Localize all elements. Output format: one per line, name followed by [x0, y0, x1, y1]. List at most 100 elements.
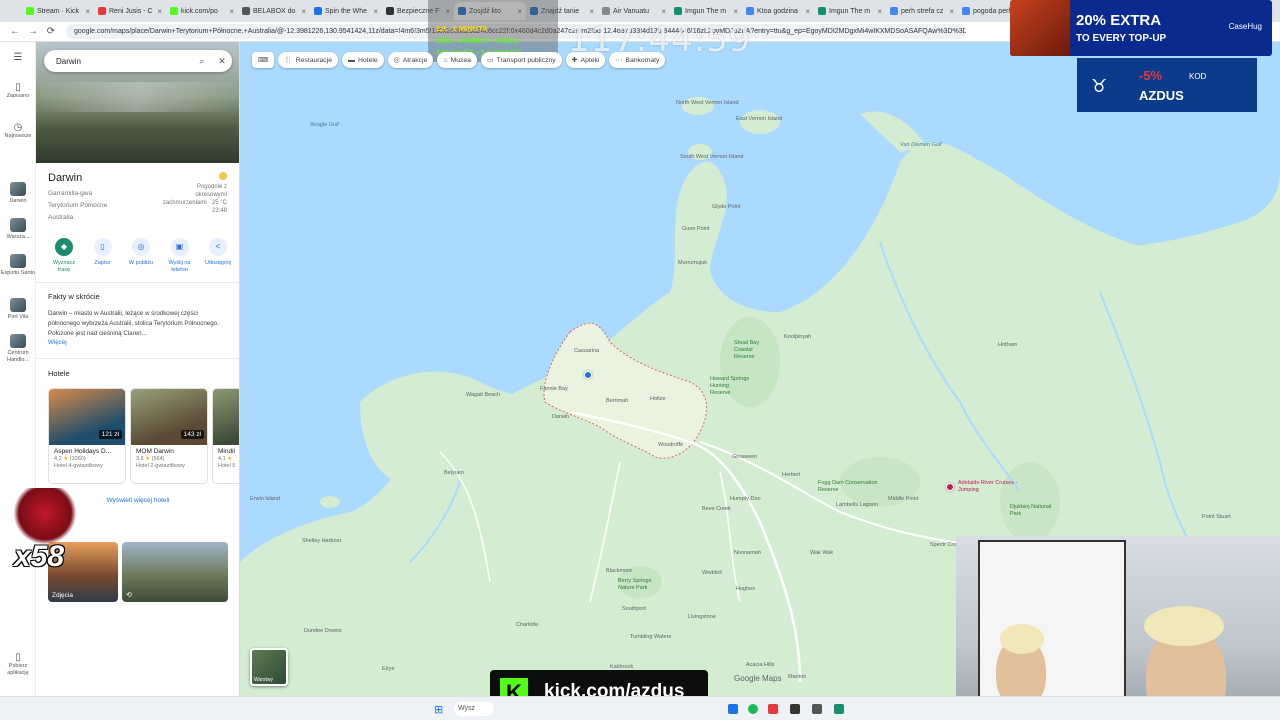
- atm-icon: ⋯: [615, 57, 623, 64]
- close-tab-icon[interactable]: ×: [157, 7, 162, 16]
- back-icon[interactable]: ←: [6, 26, 24, 37]
- discount-ad: ♉ -5% KOD AZDUS: [1077, 58, 1257, 112]
- layers-label: Warstwy: [254, 677, 273, 683]
- map-label: Howard Springs Hunting Reserve: [710, 376, 750, 396]
- browser-tab[interactable]: kick.com/po ×: [166, 2, 238, 20]
- close-tab-icon[interactable]: ×: [877, 7, 882, 16]
- forward-icon[interactable]: →: [24, 26, 42, 37]
- rail-get-app[interactable]: ▯ Pobierz aplikację: [0, 653, 36, 677]
- hotel-name: Aspen Holidays D...: [54, 448, 112, 455]
- place-pin-icon[interactable]: [584, 371, 592, 379]
- send-to-phone-button[interactable]: ▣ Wyślij na telefon: [162, 238, 198, 274]
- chip-transit[interactable]: ▭ Transport publiczny: [480, 52, 562, 68]
- tab-favicon-icon: [26, 7, 34, 15]
- rail-centrum[interactable]: Centrum Handlo...: [0, 334, 36, 364]
- reload-icon[interactable]: ⟳: [42, 26, 60, 37]
- tab-favicon-icon: [98, 7, 106, 15]
- divider: [36, 282, 239, 283]
- map-label: Girraween: [732, 454, 758, 460]
- nearby-button[interactable]: ◎ W pobliżu: [123, 238, 159, 274]
- rail-saved[interactable]: ▯ Zapisano: [0, 83, 36, 100]
- rail-espiritu[interactable]: Espiritu Santo: [0, 254, 36, 277]
- pharmacy-icon: ✚: [571, 57, 578, 64]
- directions-button[interactable]: ◆ Wyznacz trasę: [46, 238, 82, 274]
- chip-museums[interactable]: ⌂ Muzea: [437, 52, 477, 68]
- tab-label: Stream · Kick: [37, 7, 80, 15]
- app-icon[interactable]: [834, 704, 844, 714]
- chip-restaurants[interactable]: 🍴 Restauracje: [278, 52, 338, 68]
- tab-label: Spin the Whe: [325, 7, 368, 15]
- hotel-card[interactable]: 143 zł MOM Darwin 3,6 ★ (564) Hotel 2-gw…: [130, 388, 208, 484]
- spotify-icon[interactable]: [748, 704, 758, 714]
- attraction-pin-icon[interactable]: [946, 483, 954, 491]
- chip-pharmacy[interactable]: ✚ Apteki: [565, 52, 606, 68]
- street-view-icon: ⟲: [126, 592, 132, 599]
- taskbar-search[interactable]: Wysz: [454, 702, 494, 716]
- map-label: Glyde Point: [712, 204, 741, 210]
- layers-button[interactable]: Warstwy: [250, 648, 288, 686]
- close-tab-icon[interactable]: ×: [301, 7, 306, 16]
- browser-tab[interactable]: Reni Jusis - C ×: [94, 2, 166, 20]
- send-to-phone-icon: ▣: [170, 238, 189, 256]
- map-label: Beagle Gulf: [310, 122, 339, 128]
- tab-label: Imgun The m: [829, 7, 871, 15]
- share-button[interactable]: < Udostępnij: [200, 238, 236, 274]
- terminal-icon[interactable]: [790, 704, 800, 714]
- tab-favicon-icon: [602, 7, 610, 15]
- close-tab-icon[interactable]: ×: [589, 7, 594, 16]
- tab-favicon-icon: [818, 7, 826, 15]
- museum-icon: ⌂: [443, 56, 448, 64]
- hair: [1144, 606, 1224, 646]
- photo-tile[interactable]: ⟲: [122, 542, 228, 602]
- close-tab-icon[interactable]: ×: [373, 7, 378, 16]
- chip-attractions[interactable]: ◎ Atrakcje: [387, 52, 434, 68]
- close-tab-icon[interactable]: ×: [733, 7, 738, 16]
- multiplier-badge: x58: [14, 540, 65, 573]
- search-box[interactable]: Darwin ⌕ ✕: [44, 50, 232, 72]
- close-tab-icon[interactable]: ×: [229, 7, 234, 16]
- browser-tab[interactable]: perh strefa cz ×: [886, 2, 958, 20]
- rail-darwin[interactable]: Darwin: [0, 182, 36, 205]
- rail-warszawa[interactable]: Warsza...: [0, 218, 36, 241]
- close-tab-icon[interactable]: ×: [661, 7, 666, 16]
- rail-menu[interactable]: ☰: [0, 53, 36, 63]
- browser-tab[interactable]: BELABOX do ×: [238, 2, 310, 20]
- app-icon[interactable]: [728, 704, 738, 714]
- star-icon: ★: [227, 456, 233, 462]
- place-title: Darwin: [48, 172, 83, 184]
- close-tab-icon[interactable]: ×: [949, 7, 954, 16]
- rail-recent[interactable]: ◷ Najnowsze: [0, 123, 36, 140]
- browser-tab[interactable]: Stream · Kick ×: [22, 2, 94, 20]
- map-label: Berry Springs Nature Park: [618, 578, 652, 591]
- browser-tab[interactable]: Spin the Whe ×: [310, 2, 382, 20]
- search-input[interactable]: Darwin: [56, 57, 192, 66]
- browser-tab[interactable]: Imgun The m ×: [814, 2, 886, 20]
- browser-tab[interactable]: Air Vanuatu ×: [598, 2, 670, 20]
- close-tab-icon[interactable]: ×: [805, 7, 810, 16]
- tab-label: pogoda perh: [973, 7, 1013, 15]
- save-button[interactable]: ▯ Zapisz: [85, 238, 121, 274]
- hotel-card[interactable]: 121 zł Aspen Holidays D... 4,2 ★ (1060) …: [48, 388, 126, 484]
- weather-line: zachmurzeniami · 25 °C: [162, 200, 227, 206]
- hotel-card[interactable]: Mindil 4,1 ★ Hotel 5: [212, 388, 239, 484]
- map-label: Fogg Dam Conservation Reserve: [818, 480, 878, 493]
- more-link[interactable]: Więcej: [48, 339, 67, 346]
- keyboard-button[interactable]: ⌨: [252, 52, 274, 68]
- chip-atm[interactable]: ⋯ Bankomaty: [609, 52, 666, 68]
- windows-start-icon[interactable]: ⊞: [434, 703, 443, 716]
- map-label: Shelley Harbour: [302, 538, 342, 544]
- close-icon[interactable]: ✕: [212, 56, 232, 67]
- map-label: Manton: [788, 674, 807, 680]
- rail-portvila[interactable]: Port Vila: [0, 298, 36, 321]
- browser-tab[interactable]: Imgun The m ×: [670, 2, 742, 20]
- map-label: Hughes: [736, 586, 755, 592]
- hotel-rating: 4,1 ★: [218, 456, 233, 462]
- chip-hotels[interactable]: ▬ Hotele: [342, 52, 384, 68]
- app-icon[interactable]: [768, 704, 778, 714]
- search-icon[interactable]: ⌕: [192, 56, 212, 67]
- app-icon[interactable]: [812, 704, 822, 714]
- transit-icon: ▭: [486, 57, 494, 64]
- browser-tab[interactable]: Ktoa godzina ×: [742, 2, 814, 20]
- map-label: Holtze: [650, 396, 666, 402]
- close-tab-icon[interactable]: ×: [85, 7, 90, 16]
